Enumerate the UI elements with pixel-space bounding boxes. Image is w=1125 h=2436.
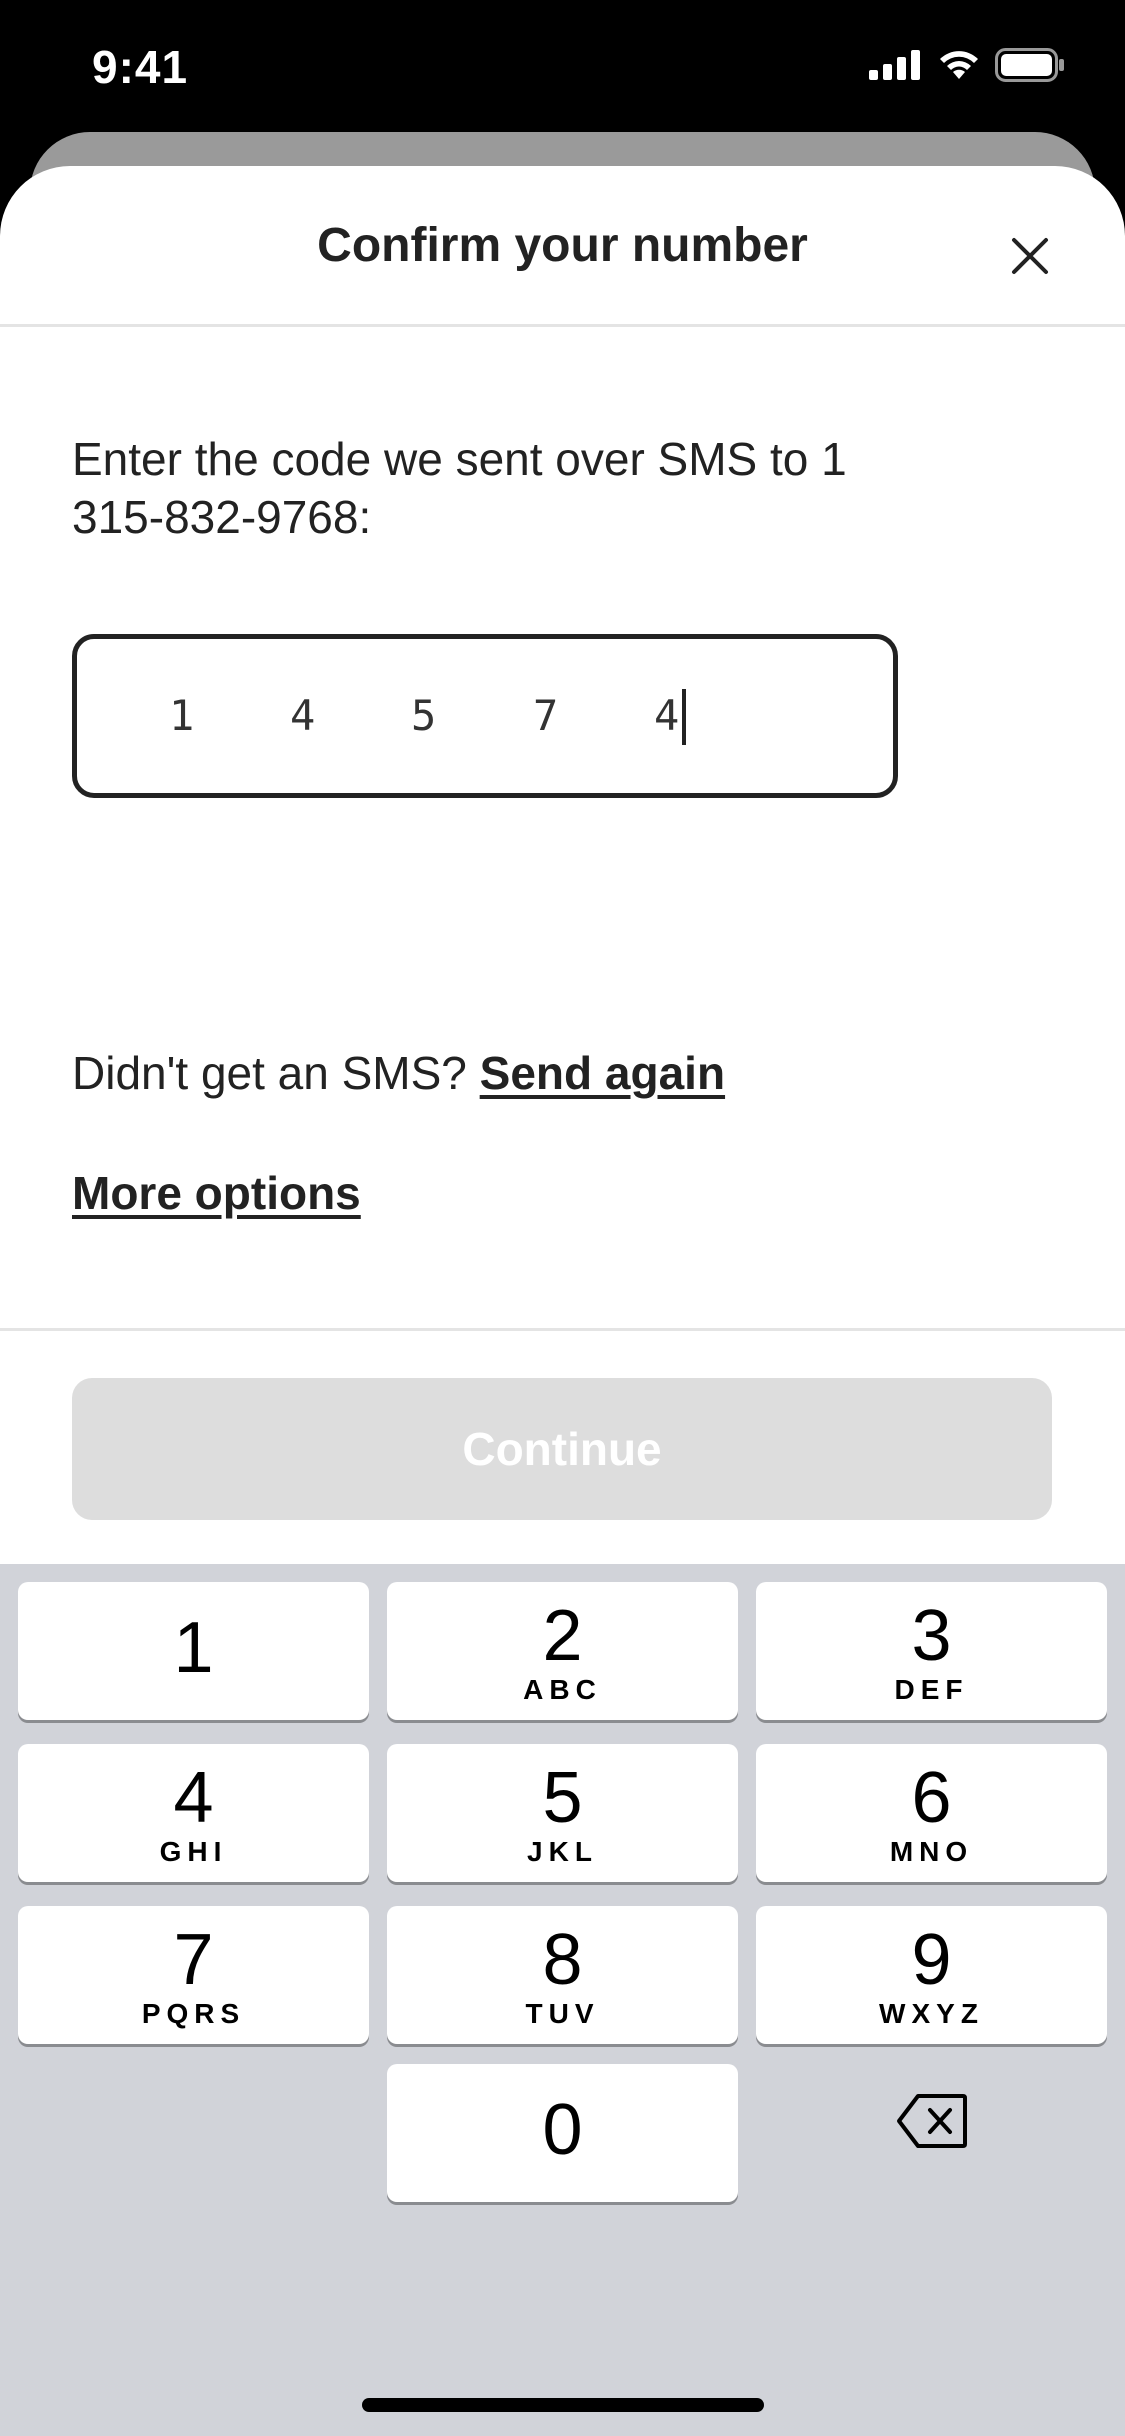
key-9[interactable]: 9 WXYZ — [756, 1906, 1107, 2044]
key-digit: 9 — [911, 1920, 952, 2000]
status-icons — [869, 48, 1065, 82]
backspace-icon — [896, 2094, 967, 2148]
key-digit: 2 — [542, 1596, 583, 1676]
key-digit: 0 — [542, 2090, 583, 2170]
key-4[interactable]: 4 GHI — [18, 1744, 369, 1882]
resend-row: Didn't get an SMS? Send again — [72, 1046, 725, 1100]
instruction-line-2: 315-832-9768: — [72, 491, 372, 543]
key-digit: 6 — [911, 1758, 952, 1838]
key-3[interactable]: 3 DEF — [756, 1582, 1107, 1720]
key-1[interactable]: 1 — [18, 1582, 369, 1720]
key-digit: 4 — [173, 1758, 214, 1838]
confirm-number-sheet: Confirm your number Enter the code we se… — [0, 166, 1125, 1564]
key-letters: PQRS — [141, 1998, 246, 2029]
key-8[interactable]: 8 TUV — [387, 1906, 738, 2044]
code-digit-5: 4 — [654, 691, 680, 740]
code-digit-1: 1 — [169, 691, 195, 740]
home-indicator — [362, 2398, 764, 2412]
key-letters: JKL — [527, 1836, 598, 1867]
key-2[interactable]: 2 ABC — [387, 1582, 738, 1720]
delete-key[interactable] — [756, 2052, 1107, 2190]
resend-prompt: Didn't get an SMS? — [72, 1047, 467, 1099]
battery-icon — [995, 48, 1064, 82]
key-5[interactable]: 5 JKL — [387, 1744, 738, 1882]
key-letters: TUV — [525, 1998, 600, 2029]
key-digit: 8 — [542, 1920, 583, 2000]
close-icon — [1012, 238, 1048, 274]
key-7[interactable]: 7 PQRS — [18, 1906, 369, 2044]
instruction-line-1: Enter the code we sent over SMS to 1 — [72, 433, 847, 485]
more-options-link[interactable]: More options — [72, 1167, 361, 1219]
continue-button[interactable]: Continue — [72, 1378, 1052, 1520]
text-caret — [682, 689, 686, 745]
key-digit: 5 — [542, 1758, 583, 1838]
cellular-signal-icon — [869, 50, 920, 80]
key-letters: WXYZ — [879, 1998, 984, 2029]
instruction-text: Enter the code we sent over SMS to 1 315… — [72, 430, 972, 546]
key-letters: MNO — [889, 1836, 974, 1867]
status-bar: 9:41 — [0, 0, 1125, 132]
footer-divider — [0, 1328, 1125, 1331]
code-digit-2: 4 — [290, 691, 316, 740]
key-letters: GHI — [159, 1836, 228, 1867]
page-title: Confirm your number — [317, 219, 808, 272]
key-letters: DEF — [894, 1674, 969, 1705]
key-digit: 7 — [173, 1920, 214, 2000]
sheet-header: Confirm your number — [0, 166, 1125, 327]
close-button[interactable] — [1000, 226, 1060, 286]
status-time: 9:41 — [92, 41, 189, 93]
code-digit-3: 5 — [411, 691, 437, 740]
key-digit: 3 — [911, 1596, 952, 1676]
wifi-icon — [940, 51, 978, 79]
key-6[interactable]: 6 MNO — [756, 1744, 1107, 1882]
key-0[interactable]: 0 — [387, 2064, 738, 2202]
numeric-keypad: 1 2 ABC 3 DEF 4 GHI 5 JKL 6 MNO 7 PQRS 8… — [0, 1564, 1125, 2436]
verification-code-input[interactable]: 1 4 5 7 4 — [72, 634, 898, 798]
key-digit: 1 — [173, 1608, 214, 1688]
more-options-row: More options — [72, 1166, 361, 1220]
screen: 9:41 Confirm your number Enter the code … — [0, 0, 1125, 2436]
code-digit-4: 7 — [533, 691, 559, 740]
key-letters: ABC — [523, 1674, 602, 1705]
send-again-link[interactable]: Send again — [480, 1047, 725, 1099]
